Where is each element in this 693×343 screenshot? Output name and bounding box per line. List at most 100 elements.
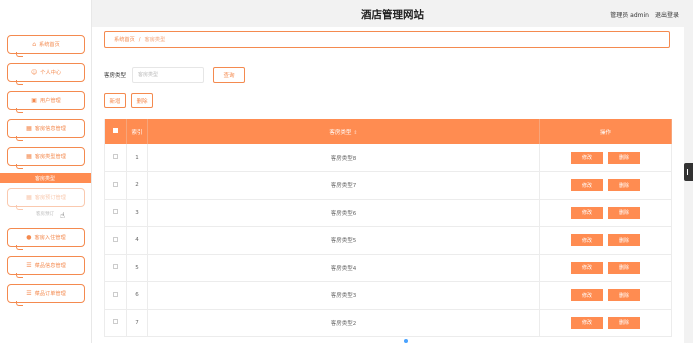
- hand-cursor-icon: ☝: [60, 211, 65, 220]
- table-row: 7 客房类型2 修改 删除: [104, 309, 672, 337]
- sidebar-item-dish-orders[interactable]: ☰ 菜品订单管理: [7, 284, 85, 306]
- column-header-type-label: 客房类型: [329, 129, 352, 136]
- data-table: 索引 客房类型 ⇕ 操作 1 客房类型8 修改 删除 2 客房类型7 修改 删除 3 客房类型6 修改…: [104, 119, 672, 337]
- table-row: 5 客房类型4 修改 删除: [104, 254, 672, 282]
- search-bar: 客房类型 查询: [104, 67, 246, 83]
- row-index: 2: [126, 171, 148, 200]
- table-body: 1 客房类型8 修改 删除 2 客房类型7 修改 删除 3 客房类型6 修改 删除 4 客房类型5 修改 删除…: [104, 144, 672, 337]
- row-room-type: 客房类型8: [147, 144, 540, 172]
- home-icon: ⌂: [32, 40, 37, 48]
- row-select-cell: [104, 199, 127, 227]
- app-root: ⌂ 系统首页 ☺ 个人中心 ▣ 用户管理 ▦ 客房信息管理 ▦ 客房类型管理 客…: [0, 0, 693, 343]
- row-room-type: 客房类型4: [147, 254, 540, 282]
- top-header: 酒店管理网站 管理员 admin 退出登录: [92, 0, 693, 27]
- edit-button[interactable]: 修改: [571, 316, 603, 329]
- select-all-cell: [104, 119, 127, 144]
- grid-icon: ▦: [26, 193, 32, 201]
- row-ops-cell: 修改 删除: [539, 309, 672, 337]
- sidebar-subitem-room-type[interactable]: 客房类型: [0, 173, 91, 183]
- delete-button[interactable]: 删除: [608, 261, 640, 274]
- sidebar-item-label: 菜品订单管理: [34, 291, 66, 297]
- batch-delete-button[interactable]: 删除: [131, 93, 153, 108]
- pin-icon: ●: [26, 233, 32, 241]
- sidebar-subitem-room-booking[interactable]: 客房预订: [0, 211, 91, 219]
- delete-button[interactable]: 删除: [608, 289, 640, 302]
- sidebar-item-room-type[interactable]: ▦ 客房类型管理: [7, 147, 85, 169]
- delete-button[interactable]: 删除: [608, 151, 640, 164]
- edit-button[interactable]: 修改: [571, 261, 603, 274]
- action-bar: 新增 删除: [104, 93, 153, 108]
- row-select-cell: [104, 144, 127, 172]
- breadcrumb-separator: /: [138, 36, 141, 43]
- row-select-cell: [104, 254, 127, 282]
- sidebar-item-room-info[interactable]: ▦ 客房信息管理: [7, 119, 85, 141]
- search-button[interactable]: 查询: [213, 67, 246, 83]
- delete-button[interactable]: 删除: [608, 206, 640, 219]
- sidebar-item-users[interactable]: ▣ 用户管理: [7, 91, 85, 113]
- list-icon: ☰: [26, 261, 32, 269]
- site-title: 酒店管理网站: [361, 9, 424, 21]
- logout-link[interactable]: 退出登录: [655, 10, 679, 19]
- list-icon: ☰: [26, 289, 32, 297]
- sidebar-item-label: 用户管理: [39, 98, 61, 104]
- users-icon: ▣: [31, 96, 37, 104]
- row-index: 3: [126, 199, 148, 227]
- column-header-type[interactable]: 客房类型 ⇕: [147, 119, 540, 144]
- breadcrumb-current: 客房类型: [144, 37, 166, 43]
- row-checkbox[interactable]: [113, 154, 118, 159]
- edit-button[interactable]: 修改: [571, 206, 603, 219]
- select-all-checkbox[interactable]: [113, 128, 118, 133]
- breadcrumb-home[interactable]: 系统首页: [114, 36, 135, 43]
- row-checkbox[interactable]: [113, 291, 118, 297]
- row-index: 1: [126, 144, 148, 172]
- edit-button[interactable]: 修改: [571, 179, 603, 192]
- row-index: 7: [126, 309, 148, 337]
- search-input[interactable]: [132, 67, 205, 83]
- row-select-cell: [104, 226, 127, 255]
- sidebar-item-dish-info[interactable]: ☰ 菜品信息管理: [7, 256, 85, 278]
- delete-button[interactable]: 删除: [608, 316, 640, 329]
- table-row: 6 客房类型3 修改 删除: [104, 281, 672, 310]
- row-checkbox[interactable]: [113, 181, 118, 187]
- sidebar-item-profile[interactable]: ☺ 个人中心: [7, 63, 85, 85]
- main-panel: 系统首页 / 客房类型 客房类型 查询 新增 删除: [92, 27, 684, 343]
- collapse-handle-icon[interactable]: [684, 163, 693, 181]
- table-header-row: 索引 客房类型 ⇕ 操作: [104, 119, 672, 144]
- delete-button[interactable]: 删除: [608, 234, 640, 247]
- search-label: 客房类型: [104, 73, 127, 79]
- table-row: 1 客房类型8 修改 删除: [104, 144, 672, 172]
- grid-icon: ▦: [26, 124, 32, 132]
- breadcrumb: 系统首页 / 客房类型: [104, 31, 670, 48]
- edit-button[interactable]: 修改: [571, 289, 603, 302]
- sidebar-item-label: 个人中心: [40, 70, 62, 76]
- row-checkbox[interactable]: [113, 209, 118, 215]
- row-checkbox[interactable]: [113, 264, 118, 270]
- sidebar-item-room-booking[interactable]: ▦ 客房预订管理: [7, 188, 85, 210]
- row-ops-cell: 修改 删除: [539, 144, 672, 172]
- person-icon: ☺: [30, 68, 38, 76]
- row-ops-cell: 修改 删除: [539, 171, 672, 200]
- delete-button[interactable]: 删除: [608, 179, 640, 192]
- edit-button[interactable]: 修改: [571, 234, 603, 247]
- row-ops-cell: 修改 删除: [539, 199, 672, 227]
- column-header-index: 索引: [126, 119, 148, 144]
- sort-icon[interactable]: ⇕: [353, 130, 357, 136]
- add-button[interactable]: 新增: [104, 93, 126, 108]
- sidebar-item-home[interactable]: ⌂ 系统首页: [7, 35, 85, 57]
- row-checkbox[interactable]: [113, 236, 118, 242]
- sidebar-item-label: 客房类型管理: [34, 154, 66, 160]
- column-header-ops: 操作: [539, 119, 672, 144]
- row-index: 4: [126, 226, 148, 255]
- scroll-indicator-icon: [404, 339, 408, 343]
- sidebar-item-checkin[interactable]: ● 客房入住管理: [7, 228, 85, 250]
- row-ops-cell: 修改 删除: [539, 254, 672, 282]
- row-select-cell: [104, 171, 127, 200]
- row-checkbox[interactable]: [113, 319, 118, 325]
- row-room-type: 客房类型6: [147, 199, 540, 227]
- row-ops-cell: 修改 删除: [539, 281, 672, 310]
- sidebar: ⌂ 系统首页 ☺ 个人中心 ▣ 用户管理 ▦ 客房信息管理 ▦ 客房类型管理 客…: [0, 0, 92, 343]
- sidebar-item-label: 客房入住管理: [34, 235, 66, 241]
- edit-button[interactable]: 修改: [571, 151, 603, 164]
- table-row: 4 客房类型5 修改 删除: [104, 226, 672, 255]
- sidebar-item-label: 客房信息管理: [34, 126, 66, 132]
